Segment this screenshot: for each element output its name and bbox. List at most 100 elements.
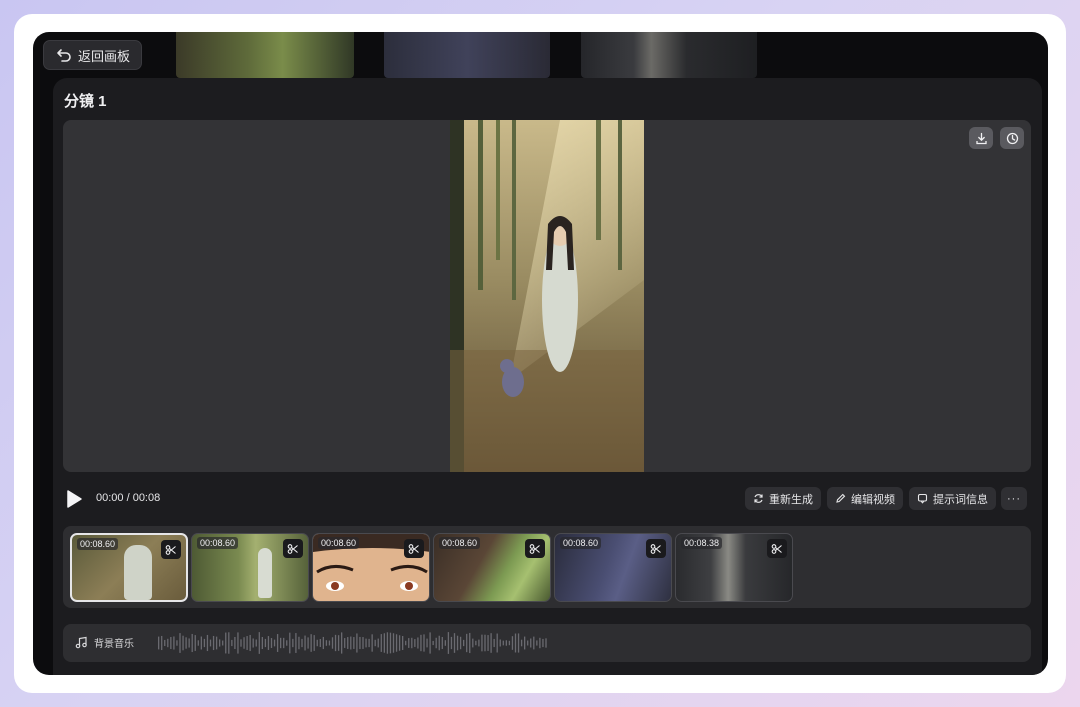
video-viewer[interactable] [63, 120, 1031, 472]
player-controls: 00:00 / 00:08 重新生成 编辑视频 提示词信息 ··· [53, 484, 1042, 514]
edit-video-button[interactable]: 编辑视频 [827, 487, 903, 510]
waveform-bar [322, 636, 324, 650]
clip-cut-button[interactable] [646, 539, 666, 558]
waveform-bar [530, 638, 532, 648]
waveform-bar [191, 633, 193, 653]
clip-thumbnail[interactable]: 00:08.60 [433, 533, 551, 602]
scissors-icon [650, 543, 661, 554]
waveform-bar [298, 636, 300, 650]
waveform-bar [517, 633, 520, 653]
waveform-bar [383, 633, 385, 653]
waveform-bar [542, 638, 544, 648]
more-button[interactable]: ··· [1001, 487, 1027, 510]
waveform-bar [402, 636, 404, 650]
waveform-bar [179, 633, 181, 653]
waveform-bar [215, 636, 218, 650]
waveform-bar [307, 637, 309, 649]
clip-cut-button[interactable] [767, 539, 787, 558]
waveform-bar [283, 637, 285, 649]
waveform-bar [225, 632, 227, 654]
clip-thumbnail[interactable]: 00:08.60 [191, 533, 309, 602]
history-clock-icon [1006, 132, 1018, 144]
waveform-bar [212, 635, 215, 651]
waveform-bar [301, 638, 303, 648]
waveform-bar [545, 638, 547, 648]
waveform-bar [490, 633, 492, 653]
waveform-bar [527, 640, 529, 646]
app-window: 返回画板 分镜 1 00:00 / 00:08 重新生成 编辑视频 提示词信息 … [33, 32, 1048, 675]
waveform-bar [520, 639, 523, 647]
waveform-bar [161, 635, 163, 651]
prompt-info-icon [917, 493, 928, 504]
waveform-bar [389, 632, 392, 654]
back-button-label: 返回画板 [78, 48, 131, 64]
waveform-bar [438, 635, 440, 651]
waveform-bar [347, 637, 349, 649]
waveform-bar [176, 640, 178, 646]
waveform-bar [334, 634, 337, 652]
waveform-bar [292, 638, 294, 648]
waveform-bar [228, 632, 230, 654]
clip-thumbnail[interactable]: 00:08.60 [70, 533, 188, 602]
waveform-bar [505, 640, 507, 646]
clip-cut-button[interactable] [283, 539, 303, 558]
waveform-bar [508, 640, 511, 646]
video-still-image [450, 120, 644, 472]
waveform-bar [414, 639, 416, 647]
waveform-bar [463, 639, 465, 647]
waveform-bar [444, 640, 446, 646]
regenerate-button[interactable]: 重新生成 [745, 487, 821, 510]
clip-duration: 00:08.60 [439, 537, 481, 549]
canvas-thumbnail[interactable] [384, 32, 550, 78]
waveform-bar [359, 636, 361, 650]
waveform-bar [209, 639, 212, 647]
waveform-bar [337, 635, 340, 651]
waveform-bar [466, 633, 468, 653]
regenerate-label: 重新生成 [769, 493, 813, 506]
clip-thumbnail[interactable]: 00:08.38 [675, 533, 793, 602]
waveform-bar [469, 632, 471, 654]
waveform-bar [170, 637, 172, 649]
video-frame[interactable] [450, 120, 644, 472]
prompt-info-label: 提示词信息 [933, 493, 988, 506]
waveform-bar [325, 640, 328, 646]
clip-cut-button[interactable] [525, 539, 545, 558]
waveform-bar [411, 637, 413, 649]
play-icon[interactable] [64, 487, 84, 511]
waveform-bar [249, 634, 251, 652]
waveform-bar [243, 637, 245, 649]
waveform-bar [240, 639, 242, 647]
waveform-bar [182, 635, 184, 651]
waveform-bar [426, 638, 428, 648]
waveform-bar [356, 633, 358, 653]
music-label-text: 背景音乐 [94, 639, 134, 650]
waveform-bar [539, 637, 541, 649]
canvas-thumbnail[interactable] [581, 32, 757, 78]
download-button[interactable] [969, 127, 993, 149]
waveform-bar [255, 639, 257, 647]
clip-thumbnail[interactable]: 00:08.60 [312, 533, 430, 602]
clip-cut-button[interactable] [404, 539, 424, 558]
waveform-bar [167, 638, 169, 648]
waveform-bar [194, 635, 196, 651]
waveform-bar [264, 638, 267, 648]
canvas-thumbnail[interactable] [176, 32, 354, 78]
clip-thumbnail[interactable]: 00:08.60 [554, 533, 672, 602]
waveform-bar [350, 636, 352, 650]
waveform-bar [331, 637, 334, 649]
history-button[interactable] [1000, 127, 1024, 149]
waveform-bar [377, 638, 379, 648]
clip-cut-button[interactable] [161, 540, 181, 559]
waveform-bar [286, 640, 288, 646]
waveform-bar [276, 634, 279, 652]
waveform-bar [417, 637, 419, 649]
background-music-track[interactable]: 背景音乐 [63, 624, 1031, 662]
waveform-bar [258, 632, 260, 654]
timecode: 00:00 / 00:08 [96, 492, 161, 504]
music-waveform[interactable] [158, 629, 548, 657]
back-to-canvas-button[interactable]: 返回画板 [43, 40, 143, 70]
prompt-info-button[interactable]: 提示词信息 [909, 487, 996, 510]
waveform-bar [496, 633, 498, 653]
waveform-bar [423, 634, 425, 652]
waveform-bar [304, 635, 306, 651]
